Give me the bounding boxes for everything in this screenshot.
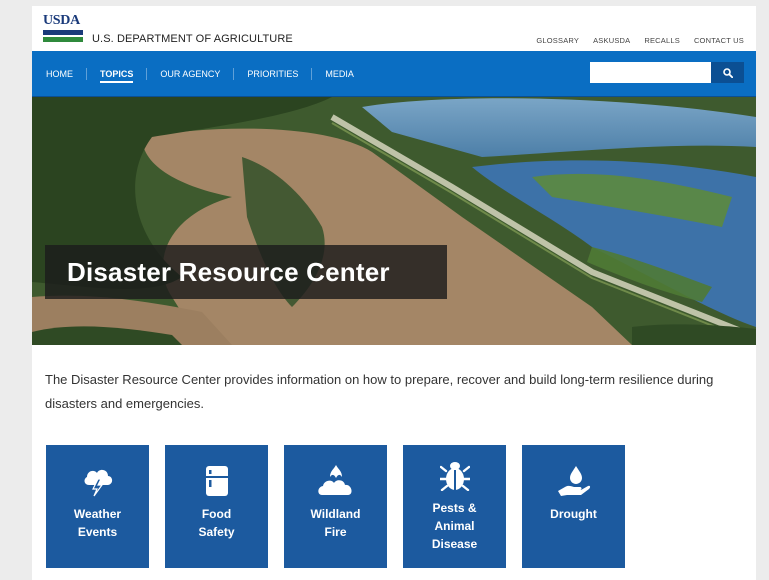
nav-item-our-agency[interactable]: OUR AGENCY bbox=[147, 67, 235, 80]
hero-title: Disaster Resource Center bbox=[45, 245, 447, 299]
tile-label: Drought bbox=[550, 507, 597, 521]
usda-logo[interactable]: USDA bbox=[43, 13, 83, 45]
tile-wildland-fire[interactable]: Wildland Fire bbox=[284, 445, 387, 568]
page: USDA U.S. DEPARTMENT OF AGRICULTURE GLOS… bbox=[32, 6, 756, 580]
utility-nav: GLOSSARY ASKUSDA RECALLS CONTACT US bbox=[536, 36, 744, 45]
water-drop-hand-icon bbox=[557, 466, 590, 496]
logo-green-bar bbox=[43, 37, 83, 42]
tile-label: Pests & Animal Disease bbox=[431, 501, 478, 551]
nav-label-media: MEDIA bbox=[325, 68, 354, 79]
tile-food-safety[interactable]: Food Safety bbox=[165, 445, 268, 568]
search-icon bbox=[722, 67, 733, 78]
hero-banner: Disaster Resource Center bbox=[32, 97, 756, 345]
tile-pests-animal-disease[interactable]: Pests & Animal Disease bbox=[403, 445, 506, 568]
flood-aerial-photo bbox=[32, 97, 756, 345]
recalls-link[interactable]: RECALLS bbox=[644, 36, 680, 45]
nav-label-our-agency: OUR AGENCY bbox=[160, 68, 221, 79]
nav-label-priorities: PRIORITIES bbox=[247, 68, 299, 79]
topic-tiles: Weather Events Food Safety Wildland Fire… bbox=[46, 445, 625, 568]
tile-label: Weather Events bbox=[73, 507, 122, 539]
glossary-link[interactable]: GLOSSARY bbox=[536, 36, 579, 45]
site-header: USDA U.S. DEPARTMENT OF AGRICULTURE GLOS… bbox=[32, 6, 756, 51]
intro-text: The Disaster Resource Center provides in… bbox=[45, 372, 714, 411]
logo-text: USDA bbox=[43, 13, 80, 28]
search-input[interactable] bbox=[590, 62, 711, 83]
nav-item-media[interactable]: MEDIA bbox=[312, 68, 367, 80]
tile-label: Food Safety bbox=[198, 507, 235, 539]
askusda-link[interactable]: ASKUSDA bbox=[593, 36, 630, 45]
wildfire-icon bbox=[317, 465, 352, 495]
contact-us-link[interactable]: CONTACT US bbox=[694, 36, 744, 45]
tile-weather-events[interactable]: Weather Events bbox=[46, 445, 149, 568]
nav-item-home[interactable]: HOME bbox=[40, 67, 87, 80]
bug-icon bbox=[439, 462, 470, 491]
logo-blue-bar bbox=[43, 30, 83, 35]
nav-label-topics: TOPICS bbox=[100, 68, 134, 83]
main-nav: HOME TOPICS OUR AGENCY PRIORITIES MEDIA bbox=[32, 51, 756, 98]
tile-label: Wildland Fire bbox=[310, 507, 361, 539]
nav-item-priorities[interactable]: PRIORITIES bbox=[234, 67, 313, 80]
nav-label-home: HOME bbox=[46, 68, 73, 79]
storm-cloud-icon bbox=[84, 469, 112, 497]
refrigerator-icon bbox=[205, 466, 228, 496]
tile-drought[interactable]: Drought bbox=[522, 445, 625, 568]
search-button[interactable] bbox=[711, 62, 744, 83]
department-name: U.S. DEPARTMENT OF AGRICULTURE bbox=[92, 33, 293, 45]
nav-item-topics[interactable]: TOPICS bbox=[87, 67, 148, 83]
